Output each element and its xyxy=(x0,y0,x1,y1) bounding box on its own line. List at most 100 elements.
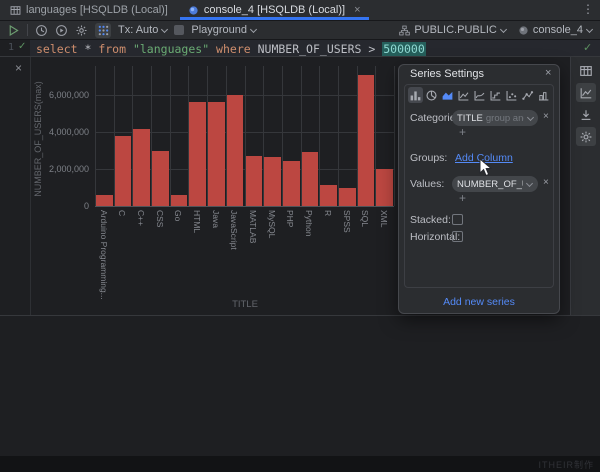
settings-icon[interactable] xyxy=(576,127,596,146)
rerun-icon[interactable] xyxy=(55,24,68,37)
bottom-band xyxy=(0,456,600,472)
area-chart-icon[interactable] xyxy=(440,87,455,103)
schema-icon xyxy=(399,25,410,36)
groups-label: Groups: xyxy=(410,152,447,164)
y-axis-tick-label: 4,000,000 xyxy=(33,127,89,137)
close-icon[interactable]: × xyxy=(354,4,360,16)
x-axis-tick-label: Go xyxy=(173,210,183,221)
gridline xyxy=(95,95,394,96)
results-view-toolbar xyxy=(570,57,600,315)
line-number: 1 xyxy=(8,42,14,53)
table-icon xyxy=(10,5,21,16)
bar xyxy=(264,157,281,206)
x-axis-line xyxy=(95,206,394,207)
add-categories-column-button[interactable] xyxy=(459,125,466,139)
histogram-chart-icon[interactable] xyxy=(536,87,551,103)
session-dropdown[interactable]: console_4 xyxy=(518,24,592,36)
run-icon[interactable] xyxy=(7,24,20,37)
horizontal-checkbox[interactable] xyxy=(452,231,463,242)
chart-icon[interactable] xyxy=(576,83,596,102)
mouse-cursor xyxy=(479,158,493,178)
editor-tab-bar: languages [HSQLDB (Local)] console_4 [HS… xyxy=(0,0,600,21)
playground-label: Playground xyxy=(191,24,247,36)
console-icon xyxy=(188,5,199,16)
sql-column-name: NUMBER_OF_USERS xyxy=(251,42,369,56)
categories-column-pill[interactable]: TITLE group and sort xyxy=(452,110,538,126)
add-new-series-link[interactable]: Add new series xyxy=(398,296,560,308)
export-icon[interactable] xyxy=(576,105,596,124)
schema-label: PUBLIC.PUBLIC xyxy=(414,24,497,36)
chart-type-selector xyxy=(408,87,552,104)
add-values-column-button[interactable] xyxy=(459,191,466,205)
x-axis-title: TITLE xyxy=(205,299,285,310)
chevron-down-icon xyxy=(500,25,507,32)
tx-mode-dropdown[interactable]: Tx: Auto xyxy=(118,24,167,36)
values-column-pill[interactable]: NUMBER_OF_USERS xyxy=(452,176,538,192)
gridline xyxy=(170,66,171,206)
spline-chart-icon[interactable] xyxy=(472,87,487,103)
sql-number-selected: 500000 xyxy=(382,42,426,56)
console-toolbar: Tx: Auto Playground PUBLIC.PUBLIC consol… xyxy=(0,21,600,40)
scatter-chart-icon[interactable] xyxy=(504,87,519,103)
console-session-icon xyxy=(518,25,529,36)
schema-dropdown[interactable]: PUBLIC.PUBLIC xyxy=(399,24,506,36)
bar xyxy=(246,156,263,206)
history-icon[interactable] xyxy=(35,24,48,37)
pie-chart-icon[interactable] xyxy=(424,87,439,103)
bar xyxy=(133,129,150,206)
bar xyxy=(283,161,300,206)
gear-icon[interactable] xyxy=(75,24,88,37)
panel-divider xyxy=(0,56,600,57)
line-points-chart-icon[interactable] xyxy=(520,87,535,103)
inspection-ok-icon[interactable] xyxy=(583,41,592,54)
chevron-down-icon xyxy=(161,25,168,32)
tab-label: languages [HSQLDB (Local)] xyxy=(26,4,168,16)
x-axis-tick-label: SQL xyxy=(360,210,370,227)
playground-dropdown[interactable]: Playground xyxy=(191,24,256,36)
remove-categories-icon[interactable] xyxy=(543,111,549,122)
tab-label: console_4 [HSQLDB (Local)] xyxy=(204,4,345,16)
remove-values-icon[interactable] xyxy=(543,177,549,188)
sql-code-line[interactable]: select * from "languages" where NUMBER_O… xyxy=(36,42,426,56)
x-axis-tick-label: Python xyxy=(304,210,314,236)
session-label: console_4 xyxy=(533,24,583,36)
bar xyxy=(171,195,188,206)
close-icon[interactable] xyxy=(545,67,551,79)
chevron-down-icon xyxy=(527,113,534,120)
x-axis-tick-label: XML xyxy=(379,210,389,227)
bar xyxy=(152,151,169,206)
x-axis-tick-label: CSS xyxy=(155,210,165,227)
categories-column-hint: group and sort xyxy=(486,113,524,124)
bar-chart-icon[interactable] xyxy=(408,87,423,103)
values-column-name: NUMBER_OF_USERS xyxy=(457,179,523,190)
gutter-divider xyxy=(30,57,31,315)
bar xyxy=(227,95,244,206)
gridline xyxy=(394,66,395,206)
close-chart-icon[interactable] xyxy=(15,61,22,75)
sql-keyword: select xyxy=(36,42,78,56)
x-axis-tick-label: C++ xyxy=(136,210,146,226)
bar xyxy=(302,152,319,206)
tab-console-4[interactable]: console_4 [HSQLDB (Local)] × xyxy=(178,0,371,20)
tab-options-icon[interactable] xyxy=(582,2,594,16)
x-axis-tick-label: JavaScript xyxy=(229,210,239,250)
series-settings-title: Series Settings xyxy=(410,68,484,80)
step-chart-icon[interactable] xyxy=(488,87,503,103)
table-icon[interactable] xyxy=(576,61,596,80)
chevron-down-icon xyxy=(586,25,593,32)
values-label: Values: xyxy=(410,178,444,190)
categories-column-name: TITLE xyxy=(457,113,483,124)
toolbar-divider xyxy=(27,24,28,36)
y-axis-tick-label: 2,000,000 xyxy=(33,164,89,174)
stop-icon[interactable] xyxy=(174,25,184,35)
tab-languages[interactable]: languages [HSQLDB (Local)] xyxy=(0,0,178,20)
bar xyxy=(115,136,132,206)
in-editor-results-toggle[interactable] xyxy=(95,23,111,38)
stacked-checkbox[interactable] xyxy=(452,214,463,225)
line-chart-icon[interactable] xyxy=(456,87,471,103)
active-tab-indicator xyxy=(180,17,369,20)
y-axis-tick-label: 6,000,000 xyxy=(33,90,89,100)
bar xyxy=(339,188,356,207)
chevron-down-icon xyxy=(250,25,257,32)
bar xyxy=(96,195,113,206)
